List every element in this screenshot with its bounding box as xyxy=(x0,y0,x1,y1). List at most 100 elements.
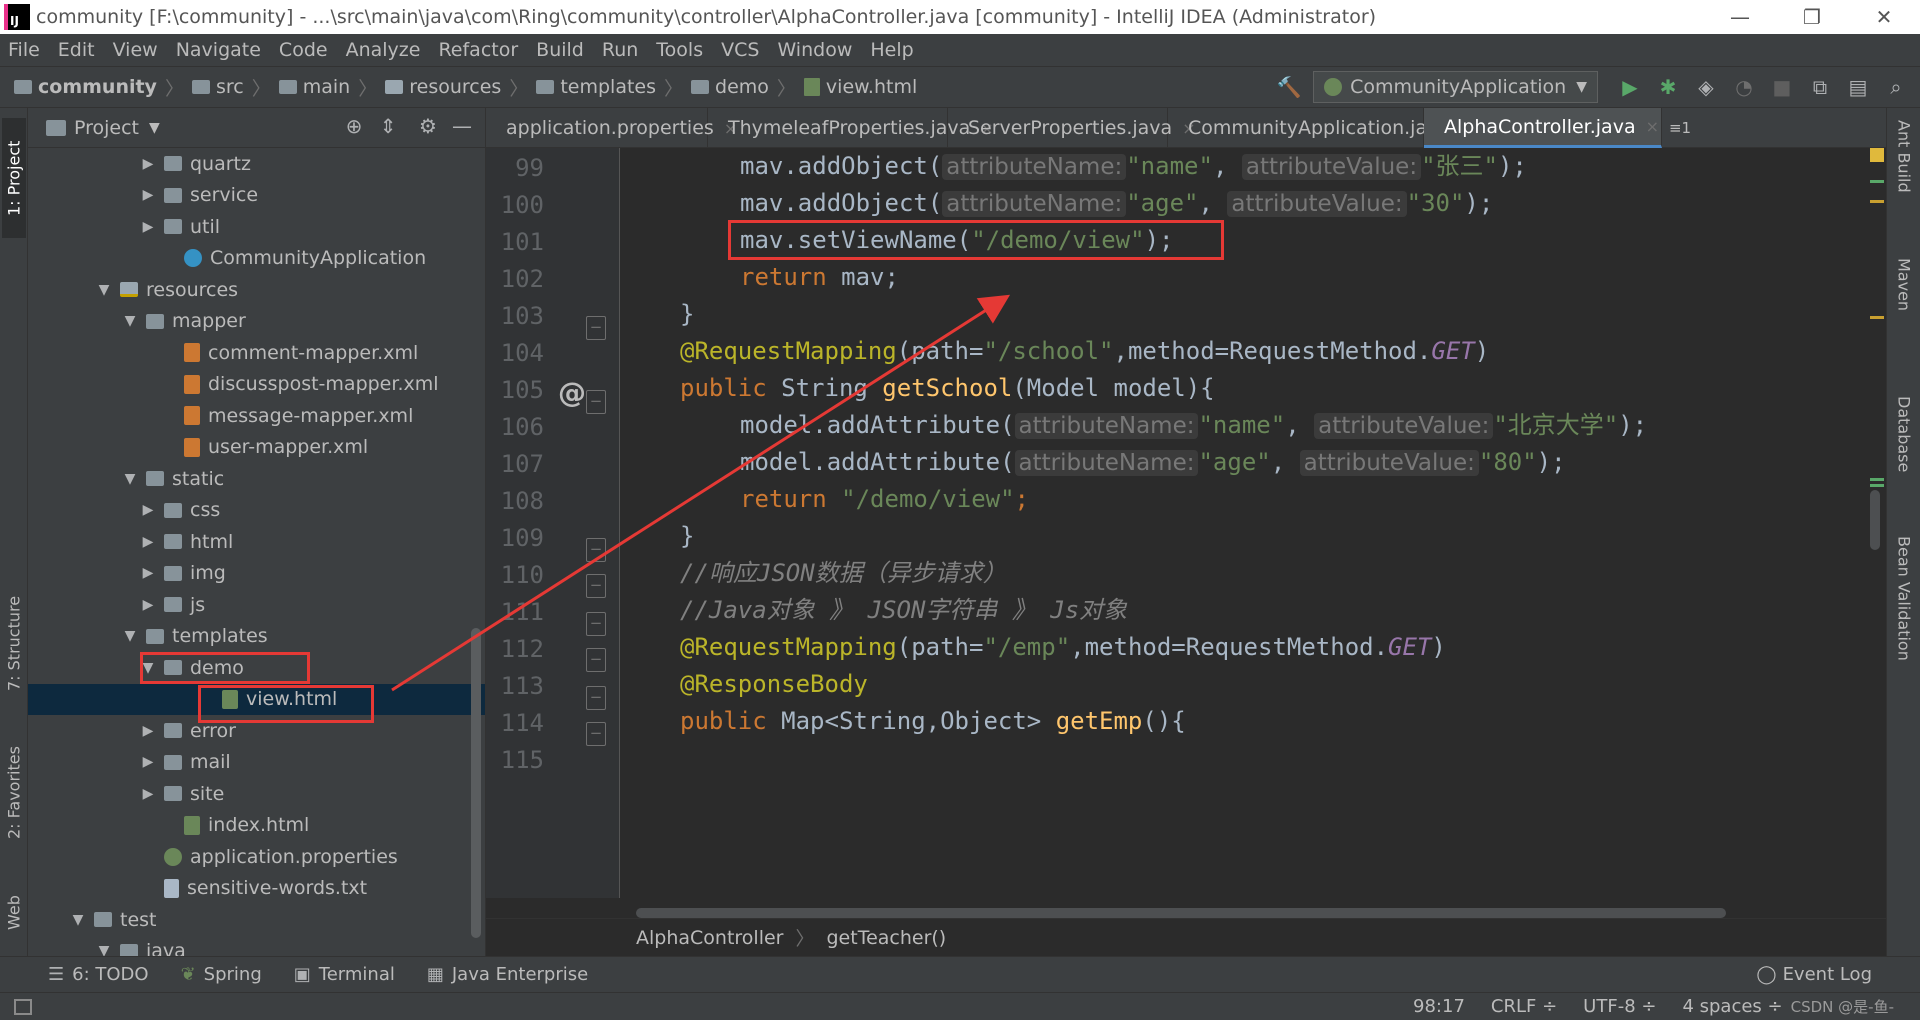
search-everywhere-icon[interactable]: ⌕ xyxy=(1882,73,1910,101)
tree-item-sensitive-words-txt[interactable]: sensitive-words.txt xyxy=(28,873,485,905)
tool-tab-database[interactable]: Database xyxy=(1891,396,1917,516)
chevron-right-icon[interactable]: ▶ xyxy=(140,156,156,172)
tree-item-service[interactable]: ▶ service xyxy=(28,180,485,212)
change-marker[interactable] xyxy=(1870,484,1884,487)
editor-vertical-scrollbar[interactable] xyxy=(1870,490,1880,550)
tree-item-mail[interactable]: ▶ mail xyxy=(28,747,485,779)
tree-item-templates[interactable]: ▼ templates xyxy=(28,621,485,653)
tree-item-css[interactable]: ▶ css xyxy=(28,495,485,527)
nav-crumb-resources[interactable]: resources 〉 xyxy=(385,74,536,101)
event-log-button[interactable]: ◯ Event Log xyxy=(1756,964,1872,985)
tab-overflow-list[interactable]: ≡1 xyxy=(1662,108,1698,147)
nav-crumb-view-html[interactable]: view.html xyxy=(803,76,917,98)
tree-item-test[interactable]: ▼ test xyxy=(28,904,485,936)
tool-window-todo[interactable]: ☰ 6: TODO xyxy=(48,964,149,985)
chevron-down-icon[interactable]: ▼ xyxy=(122,313,138,329)
tool-window-terminal[interactable]: ▣ Terminal xyxy=(294,964,395,985)
nav-crumb-templates[interactable]: templates 〉 xyxy=(536,74,691,101)
menu-refactor[interactable]: Refactor xyxy=(438,39,518,61)
chevron-right-icon[interactable]: ▶ xyxy=(140,723,156,739)
editor-horizontal-scrollbar[interactable] xyxy=(636,908,1726,918)
menu-file[interactable]: File xyxy=(8,39,40,61)
change-marker[interactable] xyxy=(1870,478,1884,481)
menu-analyze[interactable]: Analyze xyxy=(346,39,421,61)
tool-tab-favorites[interactable]: 2: Favorites xyxy=(2,728,26,858)
menu-run[interactable]: Run xyxy=(602,39,638,61)
chevron-right-icon[interactable]: ▶ xyxy=(140,786,156,802)
menu-tools[interactable]: Tools xyxy=(656,39,703,61)
tree-item-site[interactable]: ▶ site xyxy=(28,778,485,810)
indent-setting[interactable]: 4 spaces ÷ xyxy=(1682,996,1782,1017)
fold-start-icon[interactable]: − xyxy=(586,574,606,598)
fold-end-icon[interactable]: − xyxy=(586,316,606,340)
chevron-down-icon[interactable]: ▼ xyxy=(122,628,138,644)
tool-tab-maven[interactable]: Maven xyxy=(1891,258,1917,368)
menu-help[interactable]: Help xyxy=(870,39,913,61)
tool-tab-bean-validation[interactable]: Bean Validation xyxy=(1891,536,1917,736)
tree-item-message-mapper-xml[interactable]: message-mapper.xml xyxy=(28,400,485,432)
tree-item-static[interactable]: ▼ static xyxy=(28,463,485,495)
file-encoding[interactable]: UTF-8 ÷ xyxy=(1583,996,1656,1017)
tree-item-util[interactable]: ▶ util xyxy=(28,211,485,243)
close-window-button[interactable]: ✕ xyxy=(1848,0,1920,34)
run-configuration-selector[interactable]: CommunityApplication ▼ xyxy=(1313,71,1598,103)
request-mapping-gutter-icon[interactable]: @ xyxy=(558,376,586,409)
sdk-manager-icon[interactable]: ▤ xyxy=(1844,73,1872,101)
tree-item-quartz[interactable]: ▶ quartz xyxy=(28,148,485,180)
hide-panel-icon[interactable]: — xyxy=(445,114,479,138)
chevron-right-icon[interactable]: ▶ xyxy=(140,187,156,203)
chevron-down-icon[interactable]: ▼ xyxy=(70,912,86,928)
tree-item-java[interactable]: ▼ java xyxy=(28,936,485,956)
chevron-right-icon[interactable]: ▶ xyxy=(140,565,156,581)
change-marker[interactable] xyxy=(1870,180,1884,183)
chevron-right-icon[interactable]: ▶ xyxy=(140,754,156,770)
caret-position[interactable]: 98:17 xyxy=(1413,996,1465,1017)
tab-application-properties[interactable]: application.properties × xyxy=(486,108,737,148)
project-view-selector[interactable]: Project xyxy=(74,117,139,139)
locate-file-icon[interactable]: ⊕ xyxy=(337,114,371,138)
fold-start-icon[interactable]: − xyxy=(586,722,606,746)
code-crumb-method[interactable]: getTeacher() xyxy=(827,927,947,949)
fold-end-icon[interactable]: − xyxy=(586,538,606,562)
stop-icon[interactable]: ■ xyxy=(1768,73,1796,101)
menu-edit[interactable]: Edit xyxy=(58,39,95,61)
nav-crumb-src[interactable]: src 〉 xyxy=(191,74,279,101)
tab-community-application[interactable]: CommunityApplication.java× xyxy=(1168,108,1473,148)
fold-end-icon[interactable]: − xyxy=(586,612,606,636)
tool-tab-web[interactable]: Web xyxy=(2,878,26,948)
gear-icon[interactable]: ⚙ xyxy=(411,114,445,138)
tool-window-spring[interactable]: ❦ Spring xyxy=(181,964,262,985)
tree-item-img[interactable]: ▶ img xyxy=(28,558,485,590)
tree-item-comment-mapper-xml[interactable]: comment-mapper.xml xyxy=(28,337,485,369)
menu-code[interactable]: Code xyxy=(279,39,328,61)
tree-item-communityapplication[interactable]: CommunityApplication xyxy=(28,243,485,275)
line-separator[interactable]: CRLF ÷ xyxy=(1491,996,1557,1017)
minimize-button[interactable]: — xyxy=(1704,0,1776,34)
debug-icon[interactable]: ✱ xyxy=(1654,73,1682,101)
warning-marker[interactable] xyxy=(1870,200,1884,203)
coverage-icon[interactable]: ◈ xyxy=(1692,73,1720,101)
nav-crumb-project[interactable]: community 〉 xyxy=(14,74,192,101)
tool-window-java-enterprise[interactable]: ▦ Java Enterprise xyxy=(427,964,588,985)
tool-tab-ant-build[interactable]: Ant Build xyxy=(1891,120,1917,230)
fold-end-icon[interactable]: − xyxy=(586,686,606,710)
toggle-tool-windows-icon[interactable] xyxy=(14,998,32,1015)
fold-start-icon[interactable]: − xyxy=(586,648,606,672)
menu-vcs[interactable]: VCS xyxy=(721,39,759,61)
run-icon[interactable]: ▶ xyxy=(1616,73,1644,101)
tool-tab-project[interactable]: 1: Project xyxy=(2,118,26,238)
tree-item-html[interactable]: ▶ html xyxy=(28,526,485,558)
tab-server-properties[interactable]: ServerProperties.java × xyxy=(948,108,1196,148)
nav-crumb-demo[interactable]: demo 〉 xyxy=(691,74,804,101)
chevron-down-icon[interactable]: ▼ xyxy=(96,943,112,956)
close-tab-icon[interactable]: × xyxy=(1646,117,1659,136)
chevron-down-icon[interactable]: ▼ xyxy=(149,120,160,136)
code-area[interactable]: mav.addObject(attributeName: "name", attr… xyxy=(620,148,1860,898)
tree-item-application-properties[interactable]: application.properties xyxy=(28,841,485,873)
warning-marker[interactable] xyxy=(1870,148,1884,162)
tool-tab-structure[interactable]: 7: Structure xyxy=(2,578,26,708)
build-hammer-icon[interactable]: 🔨 xyxy=(1275,73,1303,101)
menu-build[interactable]: Build xyxy=(536,39,584,61)
warning-marker[interactable] xyxy=(1870,316,1884,319)
tree-item-resources[interactable]: ▼ resources xyxy=(28,274,485,306)
